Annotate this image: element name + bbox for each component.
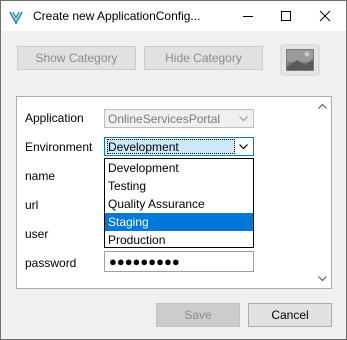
- maximize-button[interactable]: [267, 1, 305, 31]
- vertical-scrollbar[interactable]: [314, 97, 331, 288]
- properties-panel: Application OnlineServicesPortal Environ…: [16, 96, 332, 289]
- cancel-button[interactable]: Cancel: [248, 303, 332, 327]
- dropdown-option-quality-assurance[interactable]: Quality Assurance: [105, 195, 253, 213]
- application-label: Application: [25, 111, 84, 125]
- environment-select[interactable]: Development: [104, 137, 254, 156]
- hide-category-button[interactable]: Hide Category: [144, 46, 263, 70]
- password-field[interactable]: ●●●●●●●●●: [104, 251, 254, 272]
- application-select[interactable]: OnlineServicesPortal: [104, 109, 254, 128]
- dropdown-option-testing[interactable]: Testing: [105, 177, 253, 195]
- chevron-down-icon: [239, 144, 248, 150]
- app-logo-icon: [8, 9, 24, 25]
- scroll-down-icon[interactable]: [318, 276, 327, 282]
- image-placeholder-icon: [280, 44, 320, 76]
- dialog-window: Create new ApplicationConfig... Show Cat…: [0, 0, 347, 340]
- environment-label: Environment: [25, 140, 93, 154]
- close-button[interactable]: [306, 1, 344, 31]
- environment-value: Development: [108, 140, 179, 154]
- minimize-icon: [243, 16, 253, 17]
- url-label: url: [25, 198, 39, 212]
- environment-dropdown-list: Development Testing Quality Assurance St…: [104, 158, 254, 248]
- close-icon: [319, 10, 331, 22]
- maximize-icon: [281, 11, 291, 21]
- dropdown-option-production[interactable]: Production: [105, 231, 253, 249]
- password-value: ●●●●●●●●●: [109, 254, 180, 269]
- application-value: OnlineServicesPortal: [108, 112, 221, 126]
- password-label: password: [25, 256, 77, 270]
- title-bar: Create new ApplicationConfig...: [1, 1, 346, 31]
- image-preview-button[interactable]: [279, 43, 321, 77]
- dropdown-option-development[interactable]: Development: [105, 159, 253, 177]
- window-title: Create new ApplicationConfig...: [33, 9, 201, 23]
- minimize-button[interactable]: [229, 1, 267, 31]
- scroll-up-icon[interactable]: [318, 103, 327, 109]
- chevron-down-icon: [239, 116, 248, 122]
- save-button[interactable]: Save: [156, 303, 240, 327]
- dropdown-option-staging[interactable]: Staging: [105, 213, 253, 231]
- show-category-button[interactable]: Show Category: [17, 46, 136, 70]
- name-label: name: [25, 169, 56, 183]
- user-label: user: [25, 227, 49, 241]
